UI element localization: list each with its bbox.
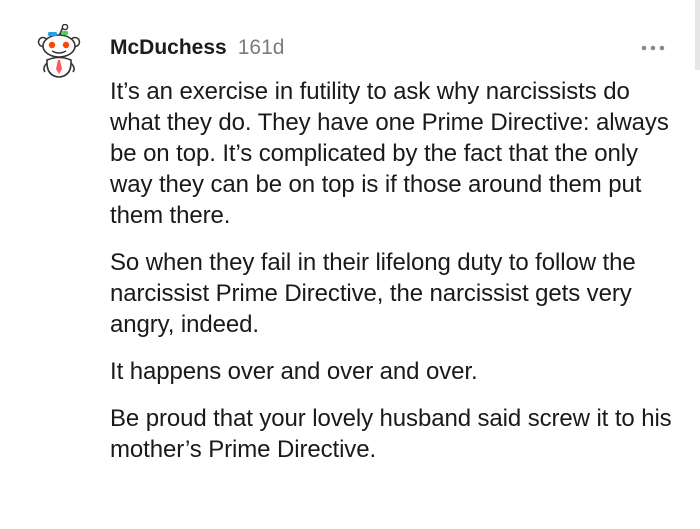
more-options-icon[interactable] bbox=[640, 40, 666, 56]
comment-body: It’s an exercise in futility to ask why … bbox=[110, 76, 685, 481]
comment-paragraph: So when they fail in their lifelong duty… bbox=[110, 249, 636, 338]
comment-header: McDuchess 161d bbox=[110, 36, 284, 64]
snoo-avatar-icon[interactable] bbox=[34, 23, 84, 80]
comment-age: 161d bbox=[237, 36, 285, 59]
comment-paragraph: It’s an exercise in futility to ask why … bbox=[110, 78, 669, 229]
comment-paragraph: It happens over and over and over. bbox=[110, 358, 478, 385]
username-link[interactable]: McDuchess bbox=[110, 36, 227, 60]
comment: McDuchess 161d It’s an exercise in futil… bbox=[0, 0, 700, 529]
scrollbar[interactable] bbox=[695, 0, 700, 70]
comment-paragraph: Be proud that your lovely husband said s… bbox=[110, 405, 672, 463]
